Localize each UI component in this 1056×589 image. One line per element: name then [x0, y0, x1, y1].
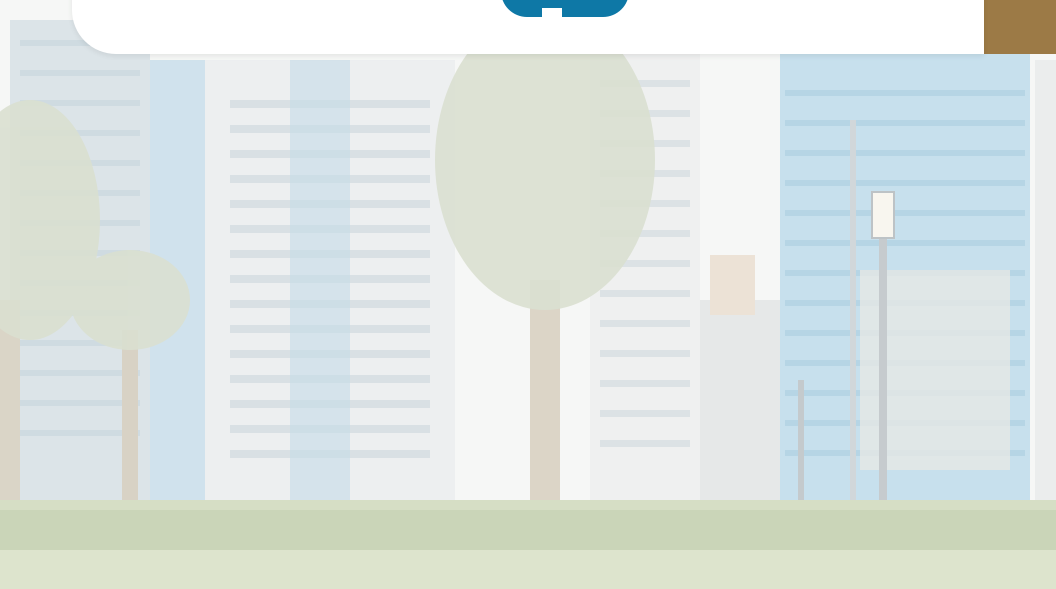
page	[0, 0, 1056, 589]
info-icon	[542, 8, 562, 17]
hero-fade-overlay	[0, 0, 1056, 589]
top-white-card	[72, 0, 984, 54]
gold-accent-block	[984, 0, 1056, 54]
info-tab-button[interactable]	[501, 0, 629, 17]
